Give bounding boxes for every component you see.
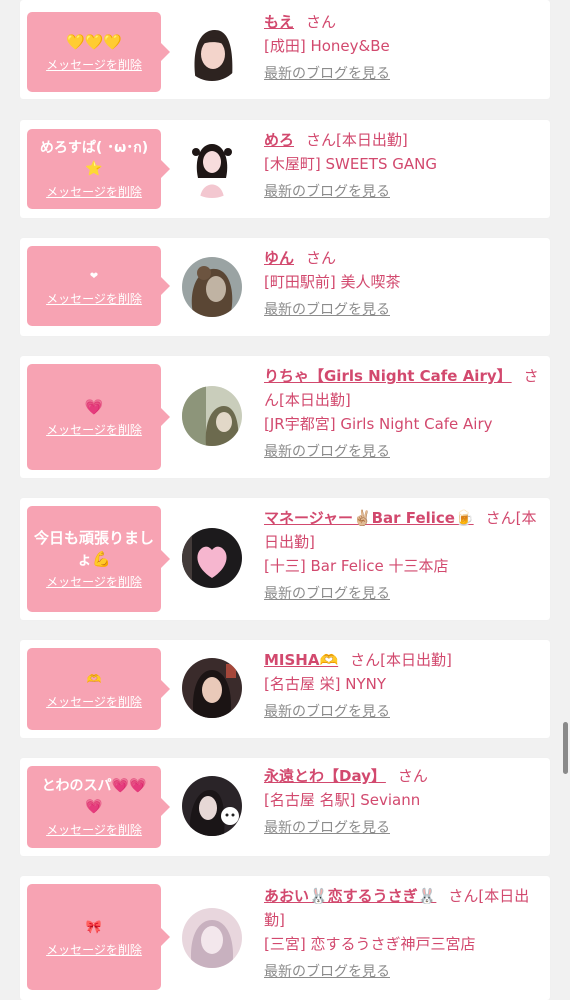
message-text: めろすぱ( ･ω･ก)⭐ bbox=[39, 140, 149, 177]
shop-label: [成田] Honey&Be bbox=[264, 37, 390, 55]
honorific: さん bbox=[485, 509, 516, 527]
cast-name-link[interactable]: りちゃ【Girls Night Cafe Airy】 bbox=[264, 367, 512, 385]
honorific: さん bbox=[397, 767, 428, 785]
avatar[interactable] bbox=[182, 776, 242, 836]
delete-message-link[interactable]: メッセージを削除 bbox=[46, 184, 142, 200]
avatar[interactable] bbox=[182, 528, 242, 588]
delete-message-link[interactable]: メッセージを削除 bbox=[46, 942, 142, 958]
honorific: さん bbox=[306, 131, 337, 149]
message-text: 今日も頑張りましょ💪 bbox=[33, 529, 154, 568]
cast-name-link[interactable]: 永遠とわ【Day】 bbox=[264, 767, 386, 785]
cast-info: MISHA🫶 さん[本日出勤] [名古屋 栄] NYNY 最新のブログを見る bbox=[264, 648, 544, 722]
message-bubble: 💛💛💛 メッセージを削除 bbox=[27, 12, 170, 92]
cast-name-link[interactable]: あおい🐰恋するうさぎ🐰 bbox=[264, 887, 436, 905]
honorific: さん bbox=[306, 13, 337, 31]
message-text: 💗 bbox=[84, 397, 104, 416]
message-text: とわのスパ💗💗💗 bbox=[41, 778, 147, 815]
avatar[interactable] bbox=[182, 21, 242, 81]
message-text: 🎀 bbox=[85, 919, 103, 935]
message-bubble: 💗 メッセージを削除 bbox=[27, 364, 170, 470]
message-text: ❤ bbox=[89, 270, 99, 282]
honorific: さん bbox=[448, 887, 479, 905]
scrollbar[interactable] bbox=[563, 722, 568, 774]
avatar[interactable] bbox=[182, 658, 242, 718]
cast-info: 永遠とわ【Day】 さん [名古屋 名駅] Seviann 最新のブログを見る bbox=[264, 764, 544, 838]
cast-info: もえ さん [成田] Honey&Be 最新のブログを見る bbox=[264, 10, 544, 84]
cast-card: 今日も頑張りましょ💪 メッセージを削除 マネージャー✌🏼Bar Felice🍺 さ… bbox=[20, 498, 550, 620]
delete-message-link[interactable]: メッセージを削除 bbox=[46, 291, 142, 307]
latest-blog-link[interactable]: 最新のブログを見る bbox=[264, 584, 390, 604]
latest-blog-link[interactable]: 最新のブログを見る bbox=[264, 818, 390, 838]
cast-info: りちゃ【Girls Night Cafe Airy】 さん[本日出勤] [JR宇都… bbox=[264, 364, 544, 462]
shop-label: [名古屋 栄] NYNY bbox=[264, 675, 387, 693]
cast-name-link[interactable]: もえ bbox=[264, 13, 294, 31]
shop-label: [町田駅前] 美人喫茶 bbox=[264, 273, 401, 291]
attendance-status: [本日出勤] bbox=[380, 651, 452, 669]
cast-info: マネージャー✌🏼Bar Felice🍺 さん[本日出勤] [十三] Bar Fel… bbox=[264, 506, 544, 604]
shop-label: [名古屋 名駅] Seviann bbox=[264, 791, 421, 809]
cast-card: 💗 メッセージを削除 りちゃ【Girls Night Cafe Airy】 さん[… bbox=[20, 356, 550, 478]
shop-label: [木屋町] SWEETS GANG bbox=[264, 155, 437, 173]
message-bubble: ❤ メッセージを削除 bbox=[27, 246, 170, 326]
delete-message-link[interactable]: メッセージを削除 bbox=[46, 574, 142, 590]
cast-card: 💛💛💛 メッセージを削除 もえ さん [成田] Honey&Be 最新のブログを見… bbox=[20, 0, 550, 99]
avatar[interactable] bbox=[182, 386, 242, 446]
message-text: 🫶 bbox=[86, 671, 102, 686]
cast-card: めろすぱ( ･ω･ก)⭐ メッセージを削除 めろ さん[本日出勤] [木屋町] S… bbox=[20, 120, 550, 218]
honorific: さん bbox=[306, 249, 337, 267]
attendance-status: [本日出勤] bbox=[336, 131, 408, 149]
latest-blog-link[interactable]: 最新のブログを見る bbox=[264, 442, 390, 462]
message-bubble: 🎀 メッセージを削除 bbox=[27, 884, 170, 990]
cast-card: 🫶 メッセージを削除 MISHA🫶 さん[本日出勤] [名古屋 栄] NYNY 最… bbox=[20, 640, 550, 738]
avatar[interactable] bbox=[182, 257, 242, 317]
delete-message-link[interactable]: メッセージを削除 bbox=[46, 57, 142, 73]
latest-blog-link[interactable]: 最新のブログを見る bbox=[264, 64, 390, 84]
delete-message-link[interactable]: メッセージを削除 bbox=[46, 694, 142, 710]
message-bubble: 🫶 メッセージを削除 bbox=[27, 648, 170, 730]
latest-blog-link[interactable]: 最新のブログを見る bbox=[264, 962, 390, 982]
cast-info: ゆん さん [町田駅前] 美人喫茶 最新のブログを見る bbox=[264, 246, 544, 320]
shop-label: [十三] Bar Felice 十三本店 bbox=[264, 557, 449, 575]
cast-card: ❤ メッセージを削除 ゆん さん [町田駅前] 美人喫茶 最新のブログを見る bbox=[20, 238, 550, 336]
delete-message-link[interactable]: メッセージを削除 bbox=[46, 422, 142, 438]
cast-name-link[interactable]: マネージャー✌🏼Bar Felice🍺 bbox=[264, 509, 474, 527]
cast-card: とわのスパ💗💗💗 メッセージを削除 永遠とわ【Day】 さん [名古屋 名駅] S… bbox=[20, 758, 550, 856]
shop-label: [三宮] 恋するうさぎ神戸三宮店 bbox=[264, 935, 476, 953]
latest-blog-link[interactable]: 最新のブログを見る bbox=[264, 182, 390, 202]
avatar[interactable] bbox=[182, 908, 242, 968]
delete-message-link[interactable]: メッセージを削除 bbox=[46, 822, 142, 838]
latest-blog-link[interactable]: 最新のブログを見る bbox=[264, 300, 390, 320]
latest-blog-link[interactable]: 最新のブログを見る bbox=[264, 702, 390, 722]
attendance-status: [本日出勤] bbox=[279, 391, 351, 409]
message-text: 💛💛💛 bbox=[65, 32, 123, 51]
cast-name-link[interactable]: MISHA🫶 bbox=[264, 651, 338, 669]
avatar[interactable] bbox=[182, 138, 242, 198]
message-bubble: 今日も頑張りましょ💪 メッセージを削除 bbox=[27, 506, 170, 612]
cast-name-link[interactable]: めろ bbox=[264, 131, 294, 149]
cast-card: 🎀 メッセージを削除 あおい🐰恋するうさぎ🐰 さん[本日出勤] [三宮] 恋するう… bbox=[20, 876, 550, 1000]
honorific: さん bbox=[350, 651, 381, 669]
message-bubble: めろすぱ( ･ω･ก)⭐ メッセージを削除 bbox=[27, 129, 170, 209]
cast-info: あおい🐰恋するうさぎ🐰 さん[本日出勤] [三宮] 恋するうさぎ神戸三宮店 最新の… bbox=[264, 884, 544, 982]
cast-name-link[interactable]: ゆん bbox=[264, 249, 294, 267]
cast-info: めろ さん[本日出勤] [木屋町] SWEETS GANG 最新のブログを見る bbox=[264, 128, 544, 202]
shop-label: [JR宇都宮] Girls Night Cafe Airy bbox=[264, 415, 493, 433]
message-bubble: とわのスパ💗💗💗 メッセージを削除 bbox=[27, 766, 170, 848]
